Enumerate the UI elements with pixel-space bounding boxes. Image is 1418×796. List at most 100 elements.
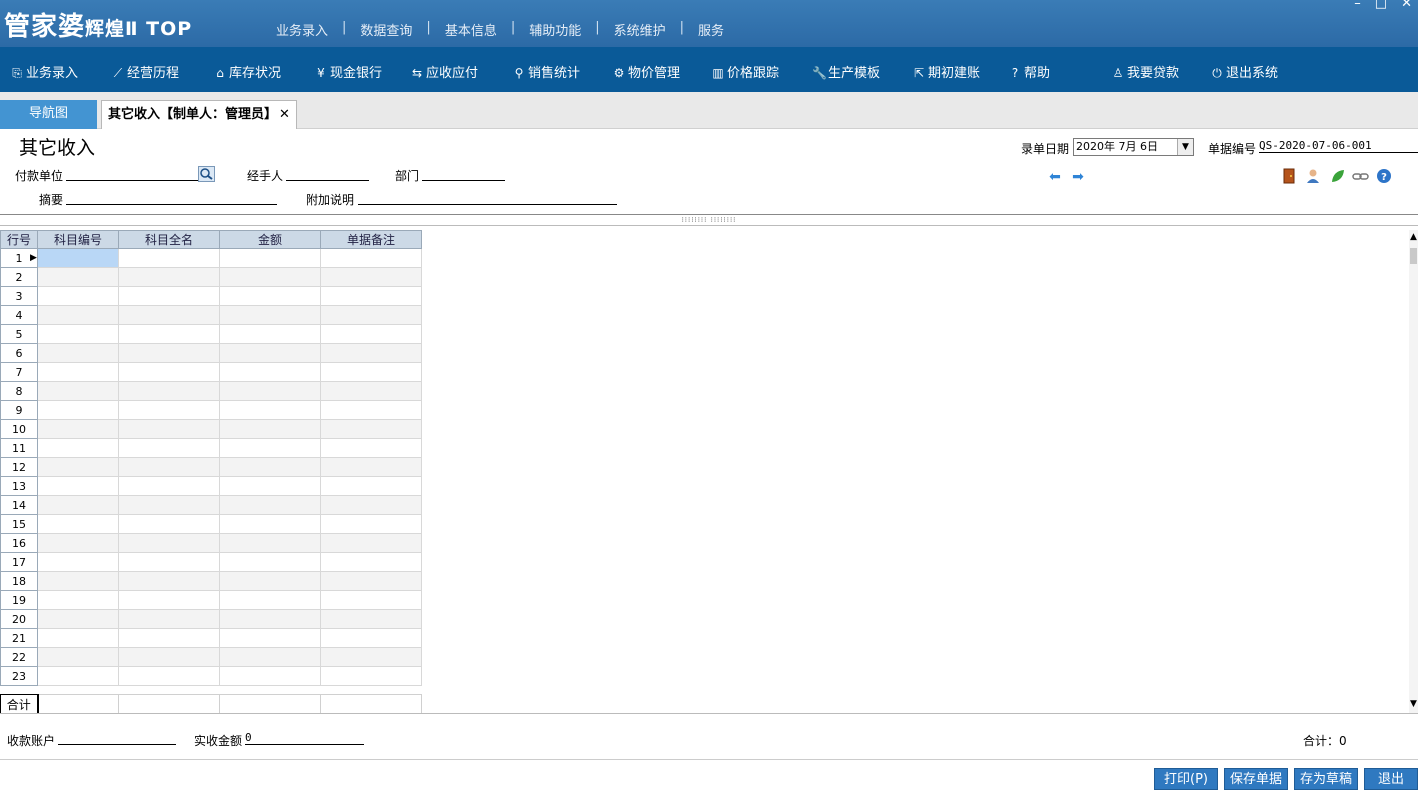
grid-cell[interactable] [37,590,119,610]
exit-button[interactable]: 退出 [1364,768,1418,790]
grid-cell[interactable] [320,552,422,572]
row-number[interactable]: 19 [0,590,38,610]
nav-item-13[interactable]: ⏻ 退出系统 [1210,62,1278,81]
user-icon[interactable] [1304,168,1322,186]
grid-cell[interactable] [219,381,321,401]
row-number[interactable]: 2 [0,267,38,287]
top-menu-item[interactable]: 辅助功能 [529,20,581,39]
row-number[interactable]: 9 [0,400,38,420]
tab-navigation-map[interactable]: 导航图 [0,100,97,129]
grid-cell[interactable] [219,324,321,344]
grid-cell[interactable] [219,666,321,686]
row-number[interactable]: 16 [0,533,38,553]
row-number[interactable]: 23 [0,666,38,686]
grid-cell[interactable] [219,286,321,306]
grid-cell[interactable] [219,457,321,477]
scroll-down-icon[interactable]: ▼ [1409,699,1418,711]
grid-cell[interactable] [37,647,119,667]
grid-cell[interactable] [219,533,321,553]
grid-cell[interactable] [37,628,119,648]
grid-cell[interactable] [320,609,422,629]
link-icon[interactable] [1352,168,1370,186]
maximize-button[interactable]: □ [1375,0,1387,11]
grid-cell[interactable] [118,495,220,515]
grid-cell[interactable] [320,476,422,496]
grid-cell[interactable] [118,248,220,268]
grid-cell[interactable] [37,457,119,477]
grid-cell[interactable] [320,305,422,325]
grid-cell[interactable] [219,628,321,648]
grid-cell[interactable] [219,609,321,629]
note-field[interactable] [358,191,617,205]
grid-cell[interactable] [320,267,422,287]
grid-cell[interactable] [37,495,119,515]
grid-cell[interactable] [118,552,220,572]
grid-cell[interactable] [37,343,119,363]
row-number[interactable]: 12 [0,457,38,477]
grid-cell[interactable] [320,343,422,363]
received-amount-field[interactable]: 0 [245,731,364,745]
nav-item-12[interactable]: ♙ 我要贷款 [1111,62,1179,81]
dept-field[interactable] [422,167,505,181]
grid-cell[interactable] [320,438,422,458]
nav-item-4[interactable]: ¥ 现金银行 [314,62,382,81]
chevron-down-icon[interactable]: ▼ [1177,139,1193,155]
grid-cell[interactable] [219,476,321,496]
grid-cell[interactable] [219,419,321,439]
previous-arrow-icon[interactable]: ⬅ [1046,168,1064,186]
handler-field[interactable] [286,167,369,181]
grid-cell[interactable] [118,400,220,420]
grid-cell[interactable] [320,286,422,306]
grid-cell[interactable] [320,533,422,553]
column-header[interactable]: 科目编号 [37,230,119,249]
grid-cell[interactable] [37,381,119,401]
leaf-icon[interactable] [1329,168,1347,186]
grid-cell[interactable] [37,609,119,629]
grid-cell[interactable] [118,343,220,363]
grid-cell[interactable] [37,514,119,534]
grid-cell[interactable] [320,628,422,648]
grid-cell[interactable] [37,267,119,287]
splitter-handle[interactable]: ⁞⁞⁞⁞⁞⁞⁞⁞ ⁞⁞⁞⁞⁞⁞⁞⁞ [0,214,1418,226]
row-number[interactable]: 20 [0,609,38,629]
nav-item-3[interactable]: ⌂ 库存状况 [213,62,281,81]
column-header[interactable]: 单据备注 [320,230,422,249]
nav-item-1[interactable]: ⎘ 业务录入 [10,62,78,81]
grid-cell[interactable] [37,362,119,382]
grid-cell[interactable] [320,495,422,515]
grid-cell[interactable] [118,419,220,439]
grid-cell[interactable] [320,419,422,439]
grid-cell[interactable] [219,343,321,363]
scroll-up-icon[interactable]: ▲ [1409,232,1418,244]
grid-cell[interactable] [118,324,220,344]
grid-cell[interactable] [37,438,119,458]
date-picker[interactable]: 2020年 7月 6日 ▼ [1073,138,1194,156]
row-number[interactable]: 5 [0,324,38,344]
row-number[interactable]: 11 [0,438,38,458]
grid-cell[interactable] [118,457,220,477]
tab-other-income[interactable]: 其它收入【制单人：管理员】 ✕ [101,100,297,129]
row-number[interactable]: 13 [0,476,38,496]
top-menu-item[interactable]: 系统维护 [614,20,666,39]
grid-cell[interactable] [219,400,321,420]
vertical-scrollbar[interactable]: ▲ ▼ [1409,230,1418,713]
door-icon[interactable] [1280,168,1298,186]
grid-cell[interactable] [219,552,321,572]
nav-item-10[interactable]: ⇱ 期初建账 [912,62,980,81]
top-menu-item[interactable]: 服务 [698,20,724,39]
grid-cell[interactable] [118,533,220,553]
grid-cell[interactable] [320,457,422,477]
summary-field[interactable] [66,191,277,205]
minimize-button[interactable]: – [1354,0,1361,11]
grid-cell[interactable] [118,647,220,667]
grid-cell[interactable] [219,362,321,382]
row-number[interactable]: 3 [0,286,38,306]
grid-cell[interactable] [37,400,119,420]
row-number[interactable]: 14 [0,495,38,515]
grid-cell[interactable] [320,571,422,591]
top-menu-item[interactable]: 基本信息 [445,20,497,39]
row-number[interactable]: 18 [0,571,38,591]
grid-cell[interactable] [118,514,220,534]
grid-cell[interactable] [320,666,422,686]
grid-cell[interactable] [118,571,220,591]
